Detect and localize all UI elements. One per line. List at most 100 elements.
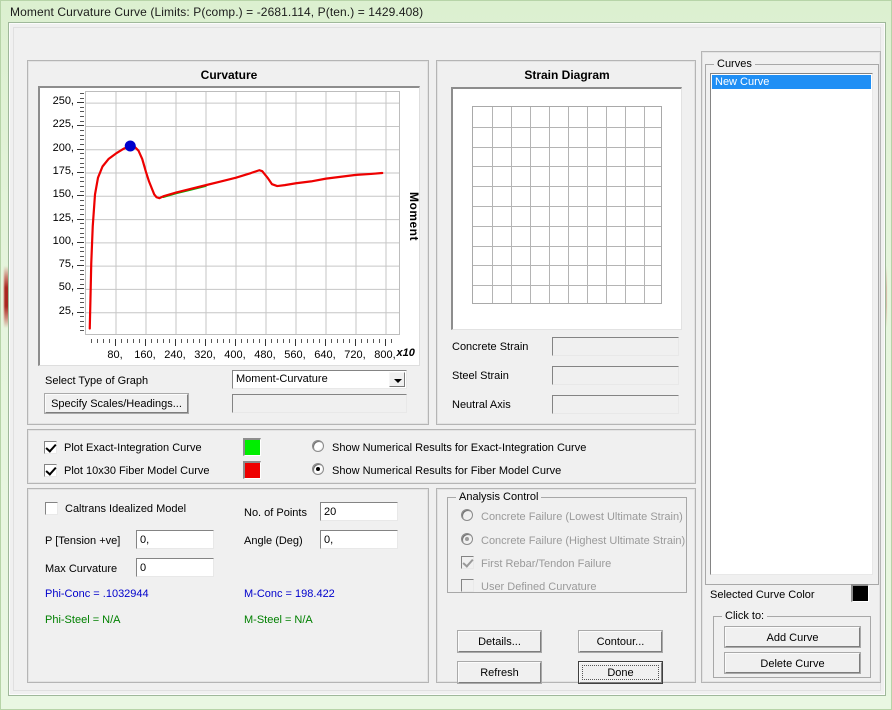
strain-grid-line [511, 107, 512, 303]
neutral-axis-field [552, 395, 679, 414]
add-curve-button[interactable]: Add Curve [724, 626, 861, 648]
user-defined-curvature-checkbox[interactable] [461, 579, 474, 592]
chart-ytick-minor [80, 302, 84, 304]
phi-steel-result: Phi-Steel = N/A [45, 614, 121, 626]
contour-button[interactable]: Contour... [578, 630, 663, 653]
chart-xtick-minor [247, 339, 248, 343]
concrete-failure-lowest-label: Concrete Failure (Lowest Ultimate Strain… [481, 511, 683, 523]
chart-xtick-minor [301, 339, 302, 343]
chart-ytick-label: 125, [52, 211, 74, 224]
chart-xtick-minor [337, 339, 338, 343]
no-of-points-label: No. of Points [244, 507, 307, 519]
select-graph-type-label: Select Type of Graph [45, 375, 149, 387]
chart-xtick-minor [289, 339, 290, 343]
strain-diagram-panel: Strain Diagram Concrete Strain Steel Str… [436, 60, 696, 425]
first-rebar-failure-label: First Rebar/Tendon Failure [481, 558, 612, 570]
chart-ytick-mark [77, 288, 84, 290]
chart-xtick-minor [211, 339, 212, 343]
first-rebar-failure-checkbox[interactable] [461, 556, 474, 569]
chart-ytick-minor [80, 120, 84, 122]
plot-exact-integration-checkbox[interactable] [44, 441, 57, 454]
chart-ytick-minor [80, 213, 84, 215]
chart-ytick-minor [80, 158, 84, 160]
chart-ytick-label: 75, [58, 258, 74, 271]
chart-ytick-minor [80, 251, 84, 253]
details-button[interactable]: Details... [457, 630, 542, 653]
chart-ytick-label: 150, [52, 188, 74, 201]
chart-ytick-minor [80, 307, 84, 309]
chart-marker-point [124, 140, 136, 152]
chart-ytick-minor [80, 246, 84, 248]
plot-options-panel: Plot Exact-Integration Curve Plot 10x30 … [27, 429, 696, 484]
concrete-failure-highest-radio[interactable] [461, 533, 473, 545]
specify-scales-button[interactable]: Specify Scales/Headings... [44, 393, 189, 414]
concrete-failure-lowest-radio[interactable] [461, 509, 473, 521]
chart-ytick-minor [80, 181, 84, 183]
chart-xtick-minor [193, 339, 194, 343]
chart-x-multiplier: x10 [396, 347, 415, 359]
strain-grid-line [530, 107, 531, 303]
chart-ytick-minor [80, 190, 84, 192]
chevron-down-icon[interactable] [389, 372, 405, 387]
parameters-panel: Caltrans Idealized Model P [Tension +ve]… [27, 488, 429, 683]
chart-xtick-minor [277, 339, 278, 343]
chart-ytick-minor [80, 260, 84, 262]
curves-listbox[interactable]: New Curve [710, 73, 873, 575]
chart-xtick-minor [313, 339, 314, 343]
chart-ytick-mark [77, 241, 84, 243]
chart-xtick-mark [325, 339, 326, 346]
done-button[interactable]: Done [578, 661, 663, 684]
p-tension-input[interactable]: 0, [136, 530, 214, 549]
chart-xtick-minor [283, 339, 284, 343]
strain-grid-line [473, 186, 661, 187]
strain-grid-line [473, 147, 661, 148]
concrete-strain-field [552, 337, 679, 356]
chart-xtick-minor [361, 339, 362, 343]
strain-grid-line [473, 226, 661, 227]
chart-ytick-minor [80, 97, 84, 99]
chart-ytick-minor [80, 139, 84, 141]
chart-ytick-minor [80, 321, 84, 323]
chart-ytick-minor [80, 279, 84, 281]
chart-xtick-mark [205, 339, 206, 346]
chart-ytick-minor [80, 167, 84, 169]
steel-strain-field [552, 366, 679, 385]
refresh-button[interactable]: Refresh [457, 661, 542, 684]
chart-xtick-mark [145, 339, 146, 346]
chart-xtick-minor [139, 339, 140, 343]
angle-input[interactable]: 0, [320, 530, 398, 549]
max-curvature-input[interactable]: 0 [136, 558, 214, 577]
chart-ytick-minor [80, 209, 84, 211]
chart-ytick-minor [80, 162, 84, 164]
chart-xtick-minor [253, 339, 254, 343]
chart-ytick-minor [80, 274, 84, 276]
show-results-fiber-radio[interactable] [312, 463, 324, 475]
chart-ytick-mark [77, 125, 84, 127]
selected-curve-color-swatch[interactable] [851, 584, 869, 602]
chart-ytick-minor [80, 199, 84, 201]
chart-ytick-minor [80, 223, 84, 225]
user-defined-curvature-label: User Defined Curvature [481, 581, 597, 593]
strain-grid-line [473, 265, 661, 266]
angle-label: Angle (Deg) [244, 535, 303, 547]
caltrans-idealized-checkbox[interactable] [45, 502, 58, 515]
list-item[interactable]: New Curve [712, 75, 871, 89]
chart-xtick-minor [259, 339, 260, 343]
chart-plot-frame: 25, 50, 75, 100, 125, 150, 175, 200, 225, 250, 80,… [38, 86, 420, 366]
graph-type-combobox[interactable]: Moment-Curvature [232, 370, 407, 389]
chart-xtick-minor [127, 339, 128, 343]
chart-xtick-minor [373, 339, 374, 343]
delete-curve-button[interactable]: Delete Curve [724, 652, 861, 674]
chart-ytick-mark [77, 172, 84, 174]
chart-xtick-minor [241, 339, 242, 343]
plot-fiber-model-checkbox[interactable] [44, 464, 57, 477]
chart-xtick-minor [109, 339, 110, 343]
chart-ytick-minor [80, 325, 84, 327]
chart-xtick-minor [331, 339, 332, 343]
exact-integration-color-swatch[interactable] [243, 438, 261, 456]
fiber-model-color-swatch[interactable] [243, 461, 261, 479]
show-results-exact-radio[interactable] [312, 440, 324, 452]
chart-ytick-label: 25, [58, 304, 74, 317]
chart-ytick-minor [80, 116, 84, 118]
no-of-points-input[interactable]: 20 [320, 502, 398, 521]
